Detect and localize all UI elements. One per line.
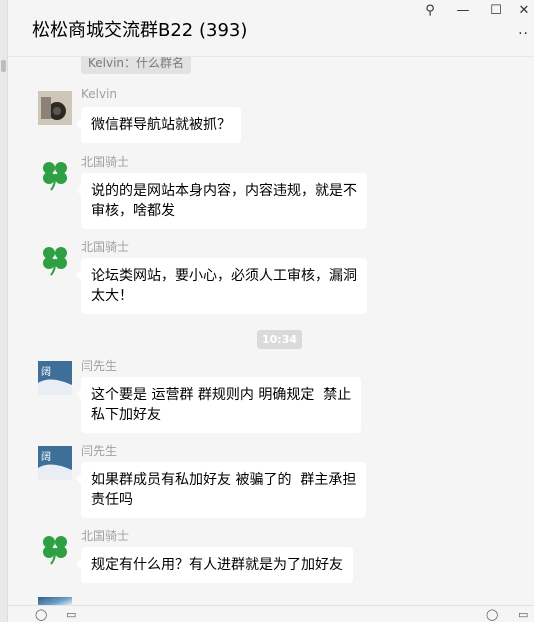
call-icon[interactable]: ◯ [486, 608, 498, 621]
close-button[interactable]: ✕ [514, 0, 534, 20]
message-text-line: 责任吗 [91, 492, 133, 508]
emoji-icon[interactable]: ◯ [35, 608, 47, 621]
sender-name: 闫先生 [81, 444, 118, 458]
blue-avatar-icon[interactable]: 阔 [38, 361, 72, 395]
sender-name: 北国骑士 [81, 529, 130, 543]
chat-header: 松松商城交流群B22 (393) ⚲ — ☐ ✕ ·· [0, 0, 534, 57]
message-bubble[interactable]: 规定有什么用？有人进群就是为了加好友 [76, 547, 353, 583]
message-bubble[interactable]: 这个要是 运营群 群规则内 明确规定 禁止 私下加好友 [75, 377, 362, 433]
photo-avatar-icon[interactable] [38, 91, 72, 125]
chat-title: 松松商城交流群B22 (393) [32, 20, 248, 41]
pin-icon[interactable]: ⚲ [415, 0, 445, 20]
input-toolbar: ◯ ▭ ◯ ▭ [8, 605, 534, 622]
sender-name: 闫先生 [81, 359, 118, 373]
message-text-line: 如果群成员有私加好友 被骗了的 群主承担 [91, 472, 357, 488]
left-panel-edge [0, 0, 8, 622]
svg-text:阔: 阔 [41, 365, 51, 378]
clover-icon[interactable] [38, 242, 72, 276]
time-divider: 10:34 [257, 330, 303, 349]
message-text-line: 论坛类网站，要小心，必须人工审核，漏洞 [91, 268, 357, 284]
message-text-line: 私下加好友 [91, 407, 161, 423]
file-icon[interactable]: ▭ [66, 608, 76, 621]
clover-icon[interactable] [38, 157, 72, 191]
clover-icon[interactable] [38, 531, 72, 565]
quoted-message: Kelvin：什么群名 [81, 57, 192, 74]
message-bubble[interactable]: 论坛类网站，要小心，必须人工审核，漏洞 太大！ [76, 258, 367, 314]
message-text-line: 这个要是 运营群 群规则内 明确规定 禁止 [91, 387, 352, 403]
sender-name: 北国骑士 [81, 240, 130, 254]
message-bubble[interactable]: 说的的是网站本身内容，内容违规，就是不 审核，啥都发 [76, 173, 367, 229]
video-icon[interactable]: ▭ [518, 608, 528, 621]
message-list[interactable]: Kelvin：什么群名 Kelvin 微信群导航站就被抓？ 北国骑士 说的的是网… [8, 57, 534, 605]
message-bubble[interactable]: 微信群导航站就被抓？ [76, 107, 241, 143]
message-text-line: 说的的是网站本身内容，内容违规，就是不 [91, 183, 357, 199]
message-text-line: 审核，啥都发 [91, 203, 175, 219]
message-text: 微信群导航站就被抓？ [91, 117, 231, 133]
maximize-button[interactable]: ☐ [481, 0, 511, 20]
message-text-line: 太大！ [91, 288, 133, 304]
message-bubble[interactable]: 如果群成员有私加好友 被骗了的 群主承担 责任吗 [75, 462, 367, 518]
left-scroll-thumb[interactable] [1, 60, 6, 72]
sender-name: 北国骑士 [81, 155, 130, 169]
message-text: 规定有什么用？有人进群就是为了加好友 [91, 557, 343, 573]
blue-avatar-icon[interactable]: 阔 [38, 446, 72, 480]
svg-text:阔: 阔 [41, 450, 51, 463]
sender-name: Kelvin [81, 87, 118, 101]
more-options-icon[interactable]: ·· [518, 26, 529, 42]
minimize-button[interactable]: — [448, 0, 478, 20]
partial-avatar [38, 597, 72, 605]
